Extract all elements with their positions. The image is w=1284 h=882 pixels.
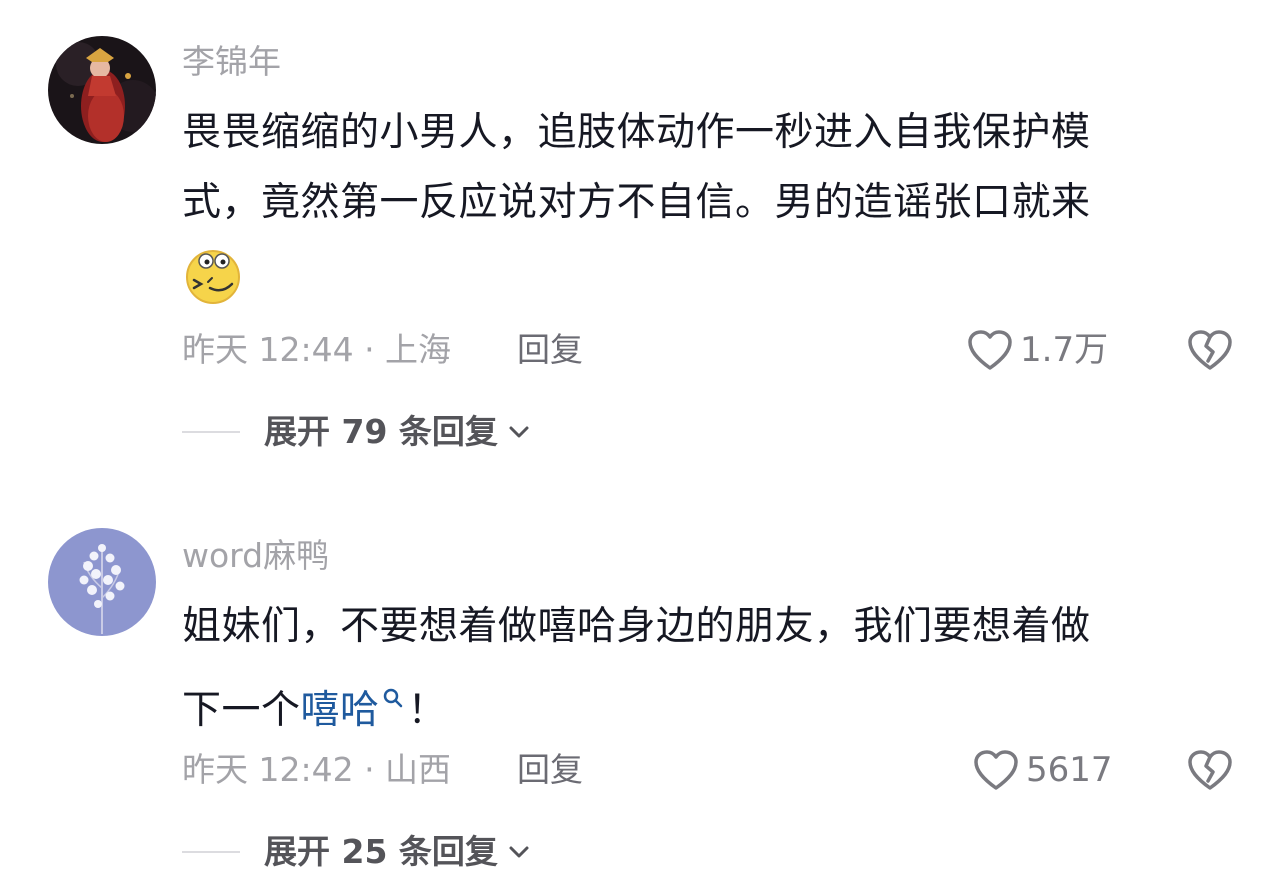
comment-meta: 昨天 12:42 · 山西 回复 [182, 750, 583, 790]
like-button[interactable]: 5617 [972, 748, 1113, 792]
comment-text-line: 下一个嘻哈 ！ [182, 662, 1212, 746]
comment-text-segment: 下一个 [182, 688, 301, 733]
dislike-button[interactable] [1186, 748, 1234, 792]
divider [182, 851, 240, 853]
broken-heart-icon [1188, 750, 1232, 790]
comment-text-segment: ！ [407, 688, 448, 733]
expand-replies-label: 展开 25 条回复 [264, 832, 498, 871]
chevron-down-icon [509, 846, 529, 858]
comment-username[interactable]: word麻鸭 [182, 536, 329, 576]
comment-time-location: 昨天 12:42 · 山西 [182, 750, 452, 789]
search-icon[interactable] [382, 662, 404, 732]
reply-button[interactable]: 回复 [517, 750, 583, 790]
like-count: 5617 [1026, 750, 1113, 790]
search-keyword-link[interactable]: 嘻哈 [301, 688, 380, 733]
comment-text-line: 姐妹们，不要想着做嘻哈身边的朋友，我们要想着做 [182, 604, 1091, 649]
expand-replies-button[interactable]: 展开 25 条回复 [182, 832, 530, 872]
heart-outline-icon [974, 750, 1018, 790]
avatar[interactable] [48, 528, 156, 636]
comment-text: 姐妹们，不要想着做嘻哈身边的朋友，我们要想着做 下一个嘻哈 ！ [182, 592, 1212, 746]
comment-item: word麻鸭 姐妹们，不要想着做嘻哈身边的朋友，我们要想着做 下一个嘻哈 ！ 昨天… [0, 0, 1284, 882]
